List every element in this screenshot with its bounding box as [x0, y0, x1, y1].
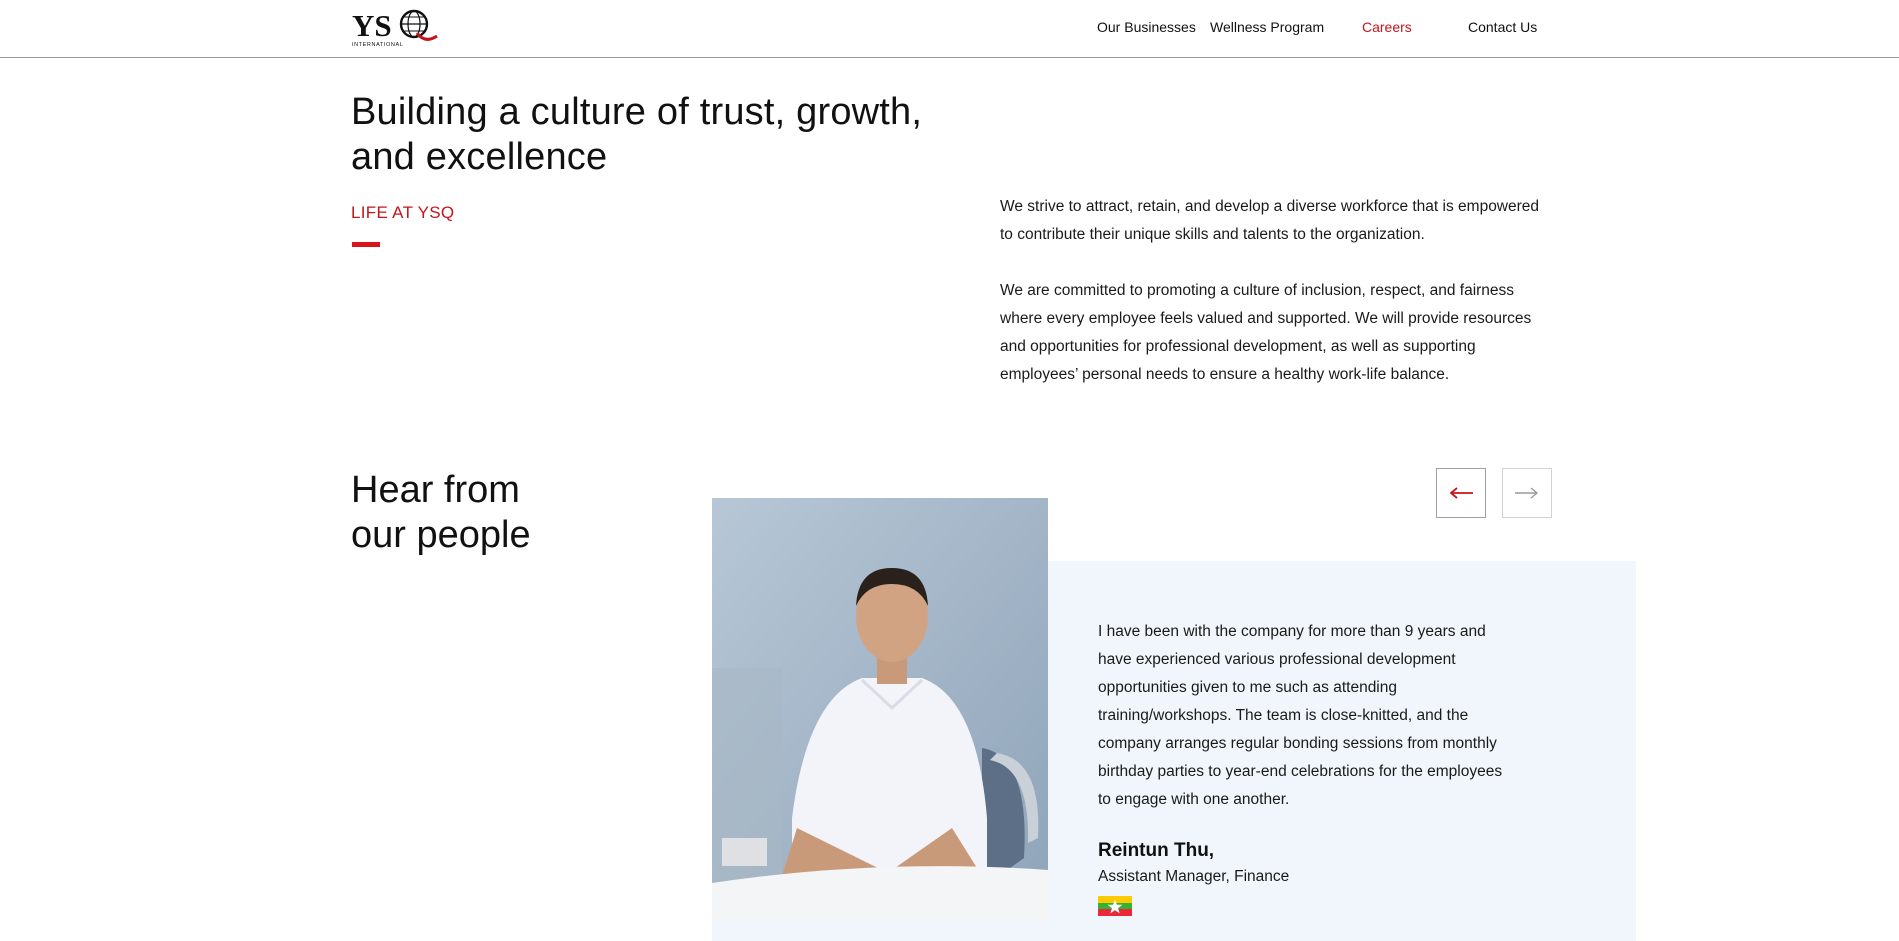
site-header: YS INTERNATIONAL Our Businesses Wellness… [0, 0, 1899, 58]
intro-paragraph-1: We strive to attract, retain, and develo… [1000, 198, 1540, 243]
section-eyebrow: LIFE AT YSQ [351, 203, 455, 222]
nav-wellness-program[interactable]: Wellness Program [1210, 19, 1324, 35]
arrow-right-icon [1515, 487, 1539, 499]
eyebrow-accent-bar [352, 242, 380, 247]
svg-text:INTERNATIONAL: INTERNATIONAL [352, 42, 403, 48]
employee-photo [712, 498, 1048, 920]
page-headline: Building a culture of trust, growth, and… [351, 90, 951, 180]
testimonial-quote: I have been with the company for more th… [1098, 623, 1503, 808]
testimonials-title-line-2: our people [351, 514, 531, 556]
svg-text:YS: YS [352, 8, 392, 43]
carousel-next-button[interactable] [1502, 468, 1552, 518]
intro-paragraph-2: We are committed to promoting a culture … [1000, 282, 1532, 383]
nav-careers[interactable]: Careers [1362, 19, 1412, 35]
nav-our-businesses[interactable]: Our Businesses [1097, 19, 1196, 35]
nav-contact-us[interactable]: Contact Us [1468, 19, 1537, 35]
headline-line-2: and excellence [351, 136, 608, 178]
testimonial-name: Reintun Thu, [1098, 840, 1215, 861]
myanmar-flag-icon [1098, 896, 1132, 916]
ysq-logo[interactable]: YS INTERNATIONAL [351, 6, 443, 48]
testimonial-role: Assistant Manager, Finance [1098, 868, 1290, 885]
carousel-prev-button[interactable] [1436, 468, 1486, 518]
testimonials-title: Hear from our people [351, 468, 611, 558]
testimonials-title-line-1: Hear from [351, 469, 520, 511]
arrow-left-icon [1449, 487, 1473, 499]
intro-text: We strive to attract, retain, and develo… [1000, 193, 1545, 417]
headline-line-1: Building a culture of trust, growth, [351, 91, 923, 133]
